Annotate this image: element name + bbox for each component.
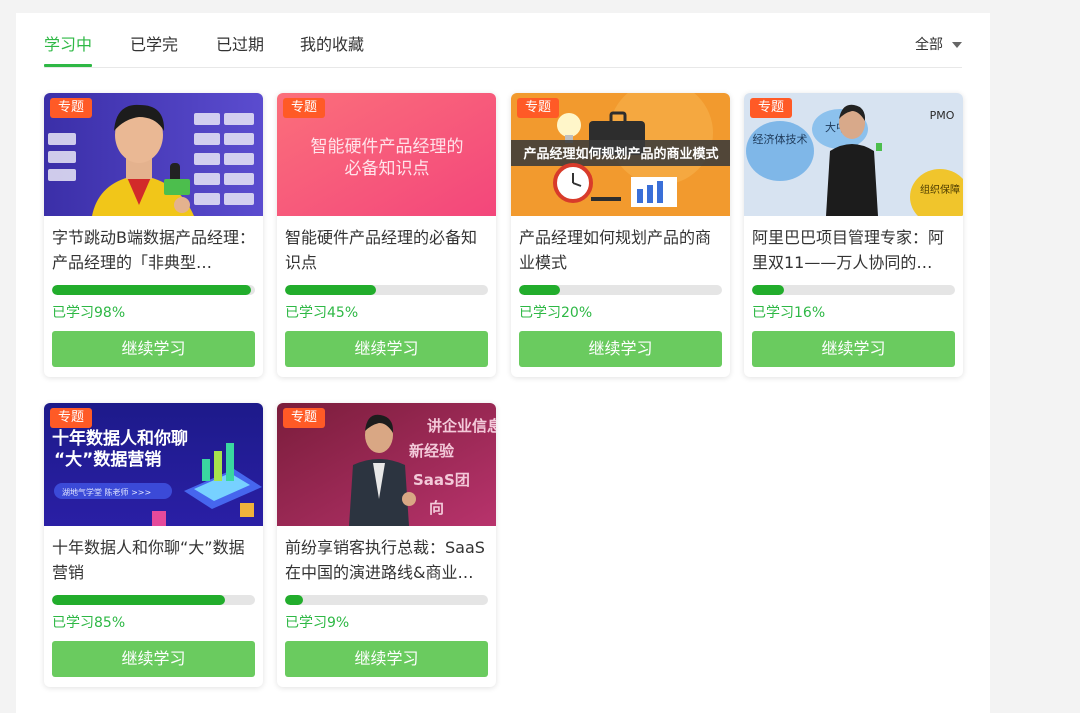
progress-label: 已学习85% xyxy=(52,615,126,631)
course-thumbnail[interactable]: 产品经理如何规划产品的商业模式 专题 xyxy=(511,93,730,216)
progress-bar xyxy=(285,595,488,605)
corner-text: PMO xyxy=(930,109,955,122)
cover-line-1: 智能硬件产品经理的 xyxy=(311,137,464,157)
course-tag: 专题 xyxy=(50,408,93,428)
cover-chip: 湖地气学堂 陈老师 >>> xyxy=(62,487,151,497)
progress-fill xyxy=(285,285,377,295)
course-tag: 专题 xyxy=(517,98,560,118)
course-title[interactable]: 智能硬件产品经理的必备知识点 xyxy=(285,225,489,275)
banner-text: 讲企业信息 xyxy=(427,417,496,435)
progress-fill xyxy=(52,285,251,295)
tab-learning[interactable]: 学习中 xyxy=(44,33,93,67)
course-card[interactable]: 讲企业信息 新经验 SaaS团 向 专题 前纷享销客执行总裁：SaaS在中国的演… xyxy=(277,403,496,687)
banner-text: SaaS团 xyxy=(413,471,470,489)
course-card[interactable]: 专题 字节跳动B端数据产品经理：产品经理的「非典型… 已学习98% 继续学习 xyxy=(44,93,263,377)
continue-learning-button[interactable]: 继续学习 xyxy=(519,331,722,367)
banner-text: 向 xyxy=(429,499,444,517)
course-tag: 专题 xyxy=(750,98,793,118)
cover-line-2: “大”数据营销 xyxy=(54,449,161,470)
course-thumbnail[interactable]: 经济体技术 大中 PMO 组织保障 专题 xyxy=(744,93,963,216)
progress-label: 已学习9% xyxy=(285,615,350,631)
course-tag: 专题 xyxy=(50,98,93,118)
course-card[interactable]: 十年数据人和你聊 “大”数据营销 湖地气学堂 陈老师 >>> 专题 十年数据人和… xyxy=(44,403,263,687)
filter-label: 全部 xyxy=(915,37,943,53)
tab-expired[interactable]: 已过期 xyxy=(216,33,264,66)
course-title[interactable]: 阿里巴巴项目管理专家：阿里双11——万人协同的… xyxy=(752,225,956,275)
course-card[interactable]: 智能硬件产品经理的 必备知识点 专题 智能硬件产品经理的必备知识点 已学习45%… xyxy=(277,93,496,377)
progress-bar xyxy=(52,285,255,295)
continue-learning-button[interactable]: 继续学习 xyxy=(752,331,955,367)
course-tag: 专题 xyxy=(283,98,326,118)
progress-label: 已学习16% xyxy=(752,305,826,321)
tab-completed[interactable]: 已学完 xyxy=(130,33,178,66)
cover-text: 产品经理如何规划产品的商业模式 xyxy=(523,146,718,162)
progress-fill xyxy=(52,595,225,605)
continue-learning-button[interactable]: 继续学习 xyxy=(52,331,255,367)
progress-label: 已学习20% xyxy=(519,305,593,321)
filter-dropdown[interactable]: 全部 xyxy=(915,34,962,56)
course-tag: 专题 xyxy=(283,408,326,428)
tab-favorites[interactable]: 我的收藏 xyxy=(300,33,364,66)
progress-bar xyxy=(285,285,488,295)
continue-learning-button[interactable]: 继续学习 xyxy=(285,641,488,677)
progress-label: 已学习45% xyxy=(285,305,359,321)
bubble-text: 组织保障 xyxy=(920,183,960,196)
course-thumbnail[interactable]: 专题 xyxy=(44,93,263,216)
progress-fill xyxy=(752,285,785,295)
progress-bar xyxy=(519,285,722,295)
course-title[interactable]: 产品经理如何规划产品的商业模式 xyxy=(519,225,723,275)
course-thumbnail[interactable]: 十年数据人和你聊 “大”数据营销 湖地气学堂 陈老师 >>> 专题 xyxy=(44,403,263,526)
cover-line-2: 必备知识点 xyxy=(345,159,430,179)
continue-learning-button[interactable]: 继续学习 xyxy=(285,331,488,367)
course-title[interactable]: 字节跳动B端数据产品经理：产品经理的「非典型… xyxy=(52,225,256,275)
progress-label: 已学习98% xyxy=(52,305,126,321)
progress-fill xyxy=(285,595,304,605)
course-card[interactable]: 产品经理如何规划产品的商业模式 专题 产品经理如何规划产品的商业模式 已学习20… xyxy=(511,93,730,377)
course-thumbnail[interactable]: 讲企业信息 新经验 SaaS团 向 专题 xyxy=(277,403,496,526)
progress-fill xyxy=(519,285,560,295)
bubble-text: 经济体技术 xyxy=(753,132,808,146)
continue-learning-button[interactable]: 继续学习 xyxy=(52,641,255,677)
progress-bar xyxy=(752,285,955,295)
caret-down-icon xyxy=(952,42,962,48)
course-title[interactable]: 前纷享销客执行总裁：SaaS在中国的演进路线&商业… xyxy=(285,535,489,585)
course-thumbnail[interactable]: 智能硬件产品经理的 必备知识点 专题 xyxy=(277,93,496,216)
course-title[interactable]: 十年数据人和你聊“大”数据营销 xyxy=(52,535,256,585)
banner-text: 新经验 xyxy=(409,442,455,460)
course-card[interactable]: 经济体技术 大中 PMO 组织保障 专题 阿里巴巴项目管理专家：阿里双11——万… xyxy=(744,93,963,377)
progress-bar xyxy=(52,595,255,605)
cover-line-1: 十年数据人和你聊 xyxy=(52,428,188,449)
tab-bar: 学习中 已学完 已过期 我的收藏 全部 xyxy=(44,33,962,68)
